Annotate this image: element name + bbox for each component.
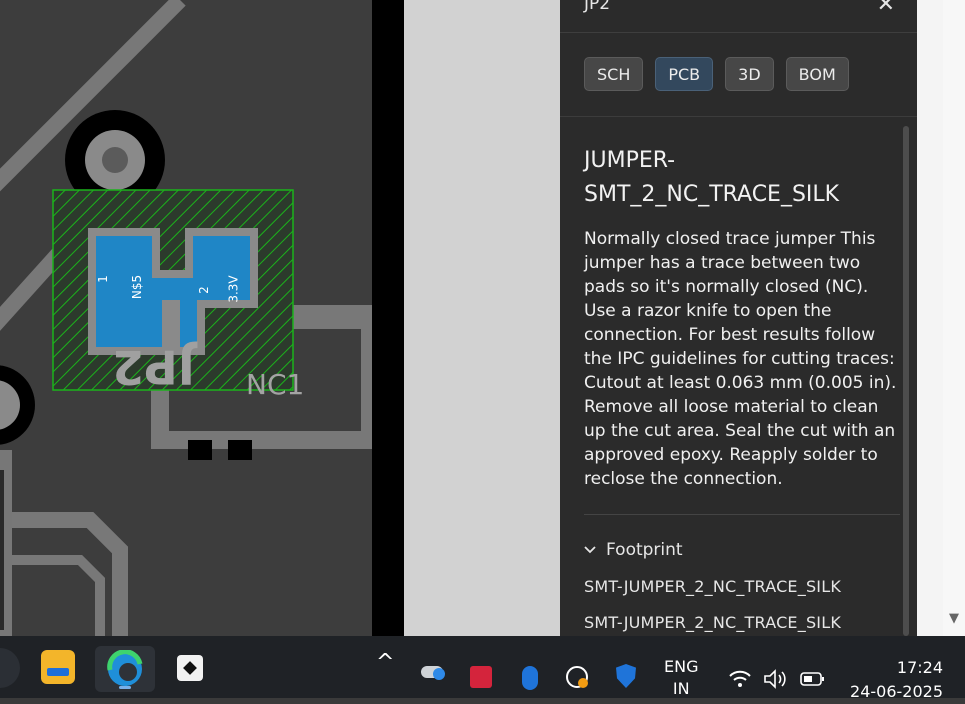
pcb-canvas[interactable]: 1 N$5 2 3.3V JP2 NC1 [0,0,405,636]
lang-region: IN [672,679,690,698]
pad1-net-label: N$5 [130,275,144,299]
tab-bom[interactable]: BOM [785,57,849,91]
tray-overflow-chevron-icon[interactable]: ^ [376,650,394,675]
tab-3d[interactable]: 3D [725,57,774,91]
wifi-icon[interactable] [728,669,752,689]
pcb-drawing [0,0,379,636]
part-name: JUMPER-SMT_2_NC_TRACE_SILK [584,148,840,207]
panel-header: JP2 ✕ [560,0,917,33]
close-icon[interactable]: ✕ [877,0,895,17]
taskbar: ^ ENG IN 17:24 24-06-2025 [0,636,965,701]
bluetooth-icon[interactable] [522,666,538,690]
app-cube-icon[interactable] [177,655,203,681]
volume-icon[interactable] [763,669,789,689]
footprint-section-toggle[interactable]: Footprint [584,540,683,560]
pad2-net: 3.3V [226,275,241,303]
edge-taskbar-slot[interactable] [95,646,155,692]
part-inspector-panel: JP2 ✕ SCH PCB 3D BOM JUMPER-SMT_2_NC_TRA… [560,0,917,636]
viewport-border [372,0,404,636]
adobe-alert-icon[interactable] [470,666,492,688]
view-tabs: SCH PCB 3D BOM [584,57,849,91]
security-shield-icon[interactable] [616,664,636,688]
footprint-label: Footprint [606,540,683,560]
footprint-name: SMT-JUMPER_2_NC_TRACE_SILK [584,577,842,596]
tab-sch[interactable]: SCH [584,57,644,91]
battery-icon[interactable] [800,671,826,687]
header-divider [560,116,917,117]
silk-jp-label: JP2 [112,340,195,394]
chevron-down-icon [584,546,596,554]
sync-warning-icon[interactable] [566,666,588,688]
tab-pcb[interactable]: PCB [655,57,714,91]
pad2-number: 2 [196,286,211,294]
edge-icon [107,650,143,686]
footprint-package: SMT-JUMPER_2_NC_TRACE_SILK [584,613,842,632]
start-button-partial[interactable] [0,648,20,688]
panel-scrollbar[interactable] [903,126,909,636]
scroll-down-arrow-icon[interactable]: ▼ [945,610,963,628]
pad1-number: 1 [95,275,110,283]
section-divider [584,514,900,515]
part-description: Normally closed trace jumper This jumper… [584,229,897,489]
panel-title: JP2 [584,0,611,14]
pad2-net-label: 3.3V [227,275,241,302]
pad2-label: 2 [197,286,211,294]
file-explorer-icon[interactable] [41,650,75,684]
viewport-gap [404,0,560,636]
onedrive-info-icon[interactable] [421,666,445,680]
input-language-indicator[interactable]: ENG IN [664,656,698,700]
system-clock[interactable]: 17:24 24-06-2025 [850,656,943,704]
page-scrollbar[interactable] [943,0,965,636]
clock-time: 17:24 [896,658,943,677]
clock-date: 24-06-2025 [850,682,943,701]
lang-code: ENG [664,657,699,676]
silk-nc-text: NC1 [246,368,305,401]
pad1-net: N$5 [130,274,145,300]
pad1-label: 1 [96,275,110,283]
